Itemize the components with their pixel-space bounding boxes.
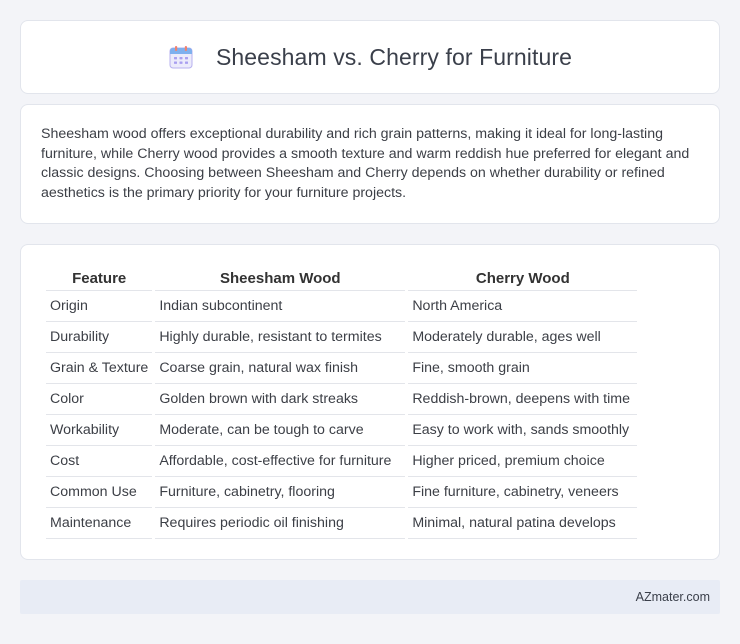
footer-bar: AZmater.com [20,580,720,614]
header-card: Sheesham vs. Cherry for Furniture [20,20,720,94]
cherry-cell: Reddish-brown, deepens with time [408,384,638,415]
table-row: Maintenance Requires periodic oil finish… [46,508,638,539]
sheesham-cell: Affordable, cost-effective for furniture [155,446,406,477]
feature-cell: Origin [46,291,153,322]
table-row: Color Golden brown with dark streaks Red… [46,384,638,415]
comparison-table: Feature Sheesham Wood Cherry Wood Origin… [43,265,640,539]
table-row: Cost Affordable, cost-effective for furn… [46,446,638,477]
table-row: Durability Highly durable, resistant to … [46,322,638,353]
feature-cell: Maintenance [46,508,153,539]
intro-paragraph: Sheesham wood offers exceptional durabil… [41,126,690,201]
comparison-card: Feature Sheesham Wood Cherry Wood Origin… [20,244,720,560]
sheesham-cell: Furniture, cabinetry, flooring [155,477,406,508]
calendar-icon [169,46,193,69]
sheesham-cell: Requires periodic oil finishing [155,508,406,539]
cherry-cell: Fine furniture, cabinetry, veneers [408,477,638,508]
title-wrap: Sheesham vs. Cherry for Furniture [168,44,572,71]
cherry-cell: Moderately durable, ages well [408,322,638,353]
cherry-cell: Higher priced, premium choice [408,446,638,477]
feature-cell: Color [46,384,153,415]
table-row: Grain & Texture Coarse grain, natural wa… [46,353,638,384]
feature-cell: Cost [46,446,153,477]
sheesham-cell: Coarse grain, natural wax finish [155,353,406,384]
feature-cell: Grain & Texture [46,353,153,384]
column-header-cherry: Cherry Wood [408,265,638,291]
table-header-row: Feature Sheesham Wood Cherry Wood [46,265,638,291]
cherry-cell: North America [408,291,638,322]
table-row: Origin Indian subcontinent North America [46,291,638,322]
sheesham-cell: Moderate, can be tough to carve [155,415,406,446]
table-row: Common Use Furniture, cabinetry, floorin… [46,477,638,508]
sheesham-cell: Indian subcontinent [155,291,406,322]
feature-cell: Workability [46,415,153,446]
cherry-cell: Fine, smooth grain [408,353,638,384]
sheesham-cell: Golden brown with dark streaks [155,384,406,415]
page-title: Sheesham vs. Cherry for Furniture [215,43,573,70]
cherry-cell: Minimal, natural patina develops [408,508,638,539]
sheesham-cell: Highly durable, resistant to termites [155,322,406,353]
footer-site-link[interactable]: AZmater.com [636,590,710,604]
feature-cell: Durability [46,322,153,353]
intro-card: Sheesham wood offers exceptional durabil… [20,104,720,224]
table-row: Workability Moderate, can be tough to ca… [46,415,638,446]
column-header-feature: Feature [46,265,153,291]
cherry-cell: Easy to work with, sands smoothly [408,415,638,446]
column-header-sheesham: Sheesham Wood [155,265,406,291]
feature-cell: Common Use [46,477,153,508]
